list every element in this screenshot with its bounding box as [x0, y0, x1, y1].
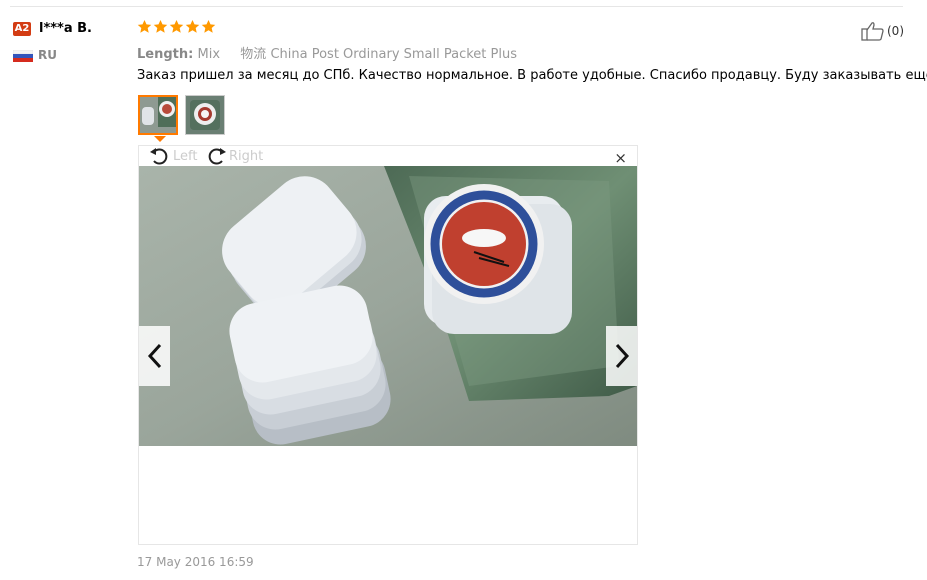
russia-flag-icon: [13, 50, 33, 62]
thumbnail-image: [186, 96, 224, 134]
star-rating: [137, 19, 217, 37]
star-icon: [169, 19, 184, 33]
chevron-right-icon: [615, 343, 629, 369]
star-icon: [137, 19, 152, 33]
helpful-button[interactable]: (0): [861, 21, 904, 41]
reviewer-name: l***a B.: [39, 21, 92, 36]
length-label: Length:: [137, 47, 194, 62]
level-badge: A2: [13, 22, 31, 36]
close-viewer-button[interactable]: ×: [614, 149, 627, 167]
length-value: Mix: [197, 47, 221, 62]
photo-thumbnail[interactable]: [185, 95, 225, 135]
shipping-value: China Post Ordinary Small Packet Plus: [270, 47, 518, 62]
photo-thumbnail[interactable]: [138, 95, 178, 135]
chevron-left-icon: [147, 343, 161, 369]
next-photo-button[interactable]: [606, 326, 637, 386]
prev-photo-button[interactable]: [139, 326, 170, 386]
photo-image: [139, 166, 637, 446]
rotate-left-button[interactable]: Left: [149, 146, 197, 166]
thumbs-up-icon: [861, 22, 884, 41]
rotate-right-icon: [208, 148, 226, 165]
review-photo: [139, 166, 637, 446]
rotate-left-icon: [150, 148, 168, 165]
review-text: Заказ пришел за месяц до СПб. Качество н…: [137, 68, 927, 83]
rotate-left-label: Left: [173, 148, 198, 164]
star-icon: [185, 19, 200, 33]
order-meta: Length: Mix 物流 China Post Ordinary Small…: [137, 43, 517, 62]
rotate-right-button[interactable]: Right: [205, 146, 263, 166]
star-icon: [201, 19, 216, 33]
image-viewer: Left Right ×: [138, 145, 638, 545]
shipping-label: 物流: [240, 47, 267, 62]
helpful-count: (0): [887, 24, 904, 38]
thumbnail-image: [140, 97, 176, 133]
thumbnail-pointer: [154, 136, 166, 142]
reviewer-country: RU: [38, 48, 57, 62]
star-icon: [153, 19, 168, 33]
review-date: 17 May 2016 16:59: [137, 555, 254, 569]
separator-line: [10, 6, 903, 7]
rotate-right-label: Right: [229, 148, 264, 164]
